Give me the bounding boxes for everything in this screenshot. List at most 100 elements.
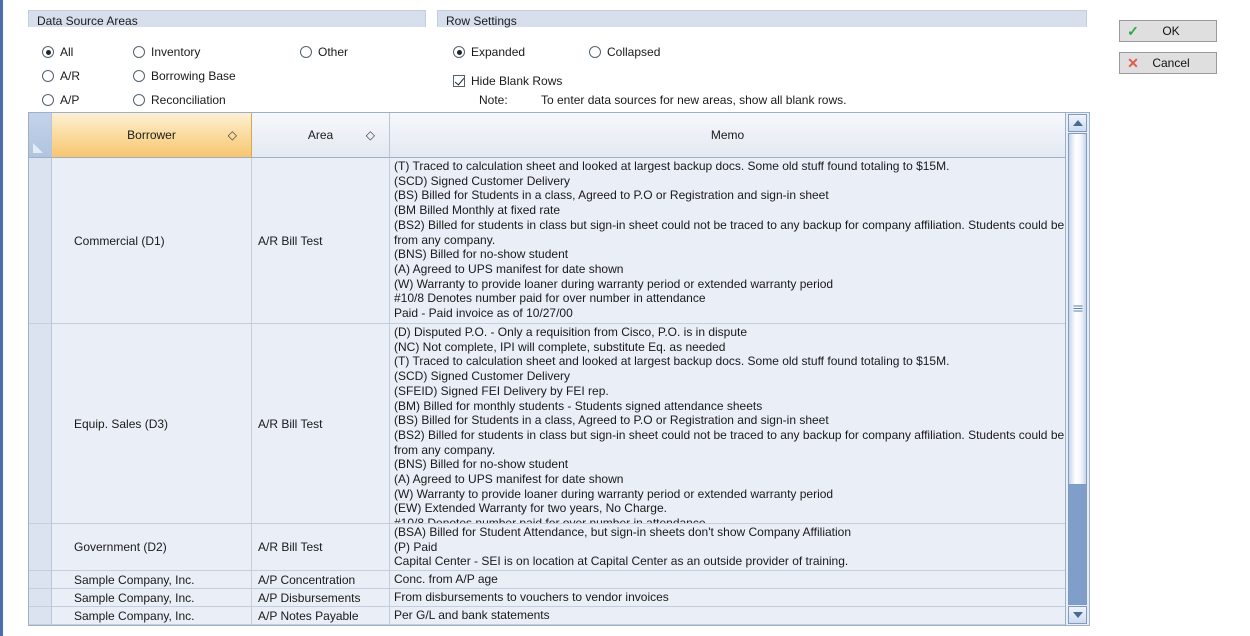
radio-ar[interactable]: A/R (42, 69, 80, 83)
scroll-up-button[interactable] (1068, 114, 1087, 132)
memo-line: (BM) Billed for monthly students - Stude… (394, 399, 1065, 414)
cell-area: A/R Bill Test (252, 158, 390, 324)
radio-all-label: All (60, 45, 73, 59)
memo-line: (NC) Not complete, IPI will complete, su… (394, 340, 1065, 355)
cell-memo: (D) Disputed P.O. - Only a requisition f… (390, 324, 1065, 524)
ok-button[interactable]: ✓ OK (1119, 20, 1217, 42)
radio-expanded-label: Expanded (471, 45, 525, 59)
radio-other-indicator (300, 46, 312, 58)
column-header-area-label: Area (308, 128, 333, 142)
cell-borrower: Government (D2) (52, 524, 252, 571)
column-header-memo[interactable]: Memo (390, 113, 1065, 158)
checkbox-hide-blank-rows-indicator (453, 75, 465, 87)
cell-memo: From disbursements to vouchers to vendor… (390, 589, 1065, 607)
column-header-area[interactable]: Area ◇ (252, 113, 390, 158)
table-row[interactable]: Sample Company, Inc. A/P Notes Payable P… (29, 607, 1066, 625)
radio-all-indicator (42, 46, 54, 58)
scroll-thumb-grip-icon (1073, 306, 1082, 313)
cell-area: A/P Concentration (252, 571, 390, 589)
vertical-scrollbar[interactable] (1065, 113, 1089, 625)
memo-line: (SCD) Signed Customer Delivery (394, 369, 1065, 384)
grid-select-all-corner[interactable] (29, 113, 52, 158)
radio-ap[interactable]: A/P (42, 93, 79, 107)
row-selector[interactable] (29, 524, 52, 571)
dialog-window: Data Source Areas All A/R A/P Inventory … (0, 0, 1250, 636)
cell-borrower: Sample Company, Inc. (52, 607, 252, 625)
radio-inventory[interactable]: Inventory (133, 45, 200, 59)
radio-expanded[interactable]: Expanded (453, 45, 525, 59)
radio-ap-label: A/P (60, 93, 79, 107)
radio-other[interactable]: Other (300, 45, 348, 59)
column-header-memo-label: Memo (711, 128, 744, 142)
memo-line: From disbursements to vouchers to vendor… (394, 590, 1065, 605)
column-header-borrower[interactable]: Borrower ◇ (52, 113, 252, 158)
scroll-down-icon (1073, 612, 1083, 618)
row-selector[interactable] (29, 324, 52, 524)
memo-line: (BM Billed Monthly at fixed rate (394, 203, 1065, 218)
cell-memo: (BSA) Billed for Student Attendance, but… (390, 524, 1065, 571)
memo-line: #10/8 Denotes number paid for over numbe… (394, 516, 1065, 524)
radio-expanded-indicator (453, 46, 465, 58)
data-source-areas-title: Data Source Areas (28, 10, 426, 27)
cell-borrower (52, 625, 252, 626)
radio-borrowing-base[interactable]: Borrowing Base (133, 69, 236, 83)
table-row[interactable]: Sample Company, Inc. A/P Disbursements F… (29, 589, 1066, 607)
memo-line: (EW) Extended Warranty for two years, No… (394, 501, 1065, 516)
table-row[interactable]: Sample Company, Inc. A/P Concentration C… (29, 571, 1066, 589)
note-text: To enter data sources for new areas, sho… (541, 93, 846, 107)
ok-button-label: OK (1146, 24, 1216, 38)
cancel-button[interactable]: ✕ Cancel (1119, 52, 1217, 74)
row-selector[interactable] (29, 158, 52, 324)
cancel-button-label: Cancel (1146, 56, 1216, 70)
memo-line: (T) Traced to calculation sheet and look… (394, 159, 1065, 174)
radio-reconciliation-label: Reconciliation (151, 93, 226, 107)
data-source-areas-panel: Data Source Areas All A/R A/P Inventory … (28, 10, 426, 115)
memo-line: Per G/L and bank statements (394, 608, 1065, 623)
data-source-areas-body: All A/R A/P Inventory Borrowing Base Rec… (28, 27, 426, 115)
sort-diamond-icon-area[interactable]: ◇ (366, 128, 375, 142)
check-icon: ✓ (1120, 24, 1146, 38)
radio-reconciliation[interactable]: Reconciliation (133, 93, 226, 107)
checkbox-hide-blank-rows[interactable]: Hide Blank Rows (453, 74, 562, 88)
row-selector[interactable] (29, 625, 52, 626)
radio-all[interactable]: All (42, 45, 73, 59)
scroll-up-icon (1073, 120, 1083, 126)
memo-line: #10/8 Denotes number paid for over numbe… (394, 291, 1065, 306)
row-settings-body: Expanded Collapsed Hide Blank Rows Note:… (437, 27, 1087, 115)
table-row[interactable] (29, 625, 1066, 626)
radio-ar-indicator (42, 70, 54, 82)
table-row[interactable]: Equip. Sales (D3) A/R Bill Test (D) Disp… (29, 324, 1066, 524)
row-selector[interactable] (29, 607, 52, 625)
column-header-borrower-label: Borrower (127, 128, 176, 142)
row-selector[interactable] (29, 571, 52, 589)
cross-icon: ✕ (1120, 56, 1146, 70)
radio-inventory-label: Inventory (151, 45, 200, 59)
scroll-down-button[interactable] (1068, 606, 1087, 624)
memo-line: (W) Warranty to provide loaner during wa… (394, 277, 1065, 292)
cell-memo (390, 625, 1065, 626)
radio-borrowing-base-indicator (133, 70, 145, 82)
cell-borrower: Commercial (D1) (52, 158, 252, 324)
radio-borrowing-base-label: Borrowing Base (151, 69, 236, 83)
memo-line: (SCD) Signed Customer Delivery (394, 174, 1065, 189)
radio-collapsed-indicator (589, 46, 601, 58)
memo-line: (BS2) Billed for students in class but s… (394, 428, 1065, 457)
memo-line: Capital Center - SEI is on location at C… (394, 554, 1065, 569)
radio-reconciliation-indicator (133, 94, 145, 106)
scrollbar-thumb[interactable] (1068, 133, 1087, 485)
sort-diamond-icon-borrower[interactable]: ◇ (228, 128, 237, 142)
table-row[interactable]: Commercial (D1) A/R Bill Test (T) Traced… (29, 158, 1066, 324)
memo-line: (BS) Billed for Students in a class, Agr… (394, 188, 1065, 203)
memo-line: (BNS) Billed for no-show student (394, 457, 1065, 472)
radio-collapsed[interactable]: Collapsed (589, 45, 660, 59)
cell-area: A/P Disbursements (252, 589, 390, 607)
radio-ap-indicator (42, 94, 54, 106)
table-row[interactable]: Government (D2) A/R Bill Test (BSA) Bill… (29, 524, 1066, 571)
memo-line: (T) Traced to calculation sheet and look… (394, 354, 1065, 369)
cell-area: A/R Bill Test (252, 524, 390, 571)
memo-line: (BS) Billed for Students in a class, Agr… (394, 413, 1065, 428)
row-selector[interactable] (29, 589, 52, 607)
data-sources-grid[interactable]: Borrower ◇ Area ◇ Memo Commercial (D1) A… (28, 112, 1090, 626)
cell-area (252, 625, 390, 626)
memo-line: (BSA) Billed for Student Attendance, but… (394, 525, 1065, 540)
